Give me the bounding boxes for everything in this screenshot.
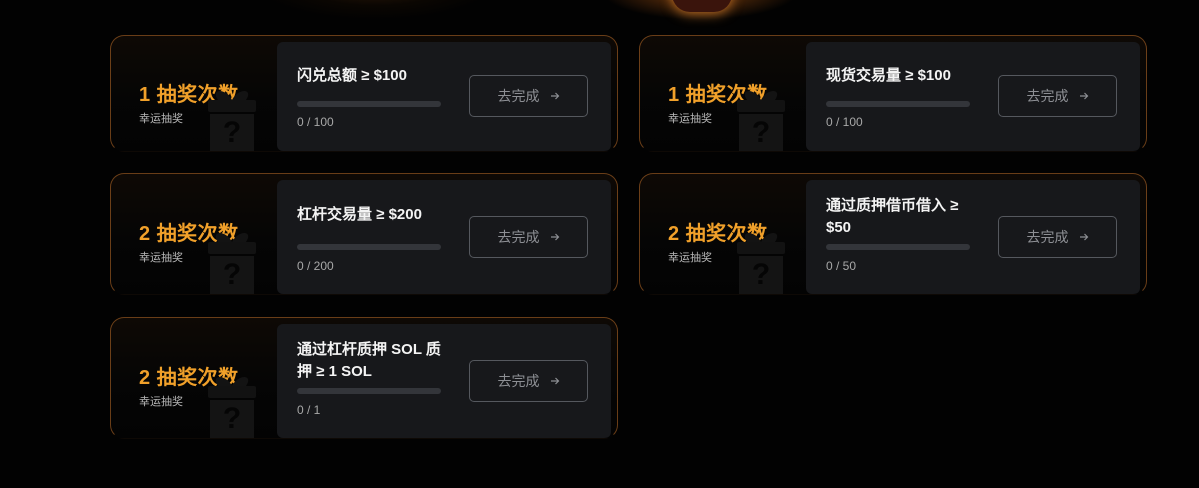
task-title: 现货交易量 ≥ $100 xyxy=(826,67,951,84)
task-title: 闪兑总额 ≥ $100 xyxy=(297,67,407,84)
task-panel: 闪兑总额 ≥ $100 0 / 100 去完成 xyxy=(277,42,611,151)
mystery-gift-icon: ? xyxy=(737,91,785,151)
mystery-gift-icon: ? xyxy=(208,91,256,151)
progress-text: 0 / 100 xyxy=(826,115,863,129)
svg-text:?: ? xyxy=(752,258,770,291)
top-glow-decoration xyxy=(250,0,500,20)
arrow-right-icon xyxy=(550,92,559,100)
progress-bar xyxy=(297,244,441,250)
arrow-right-icon xyxy=(1079,92,1088,100)
svg-text:?: ? xyxy=(752,116,770,149)
task-title: 通过质押借币借入 ≥ $50 xyxy=(826,197,959,236)
task-title: 通过杠杆质押 SOL 质押 ≥ 1 SOL xyxy=(297,341,441,380)
go-complete-button[interactable]: 去完成 xyxy=(469,75,588,117)
task-card-sol-staking: 2 抽奖次数 幸运抽奖 ? 通过杠杆质押 SOL 质押 ≥ 1 SOL 0 / … xyxy=(110,317,618,439)
go-complete-button[interactable]: 去完成 xyxy=(998,75,1117,117)
go-complete-button[interactable]: 去完成 xyxy=(998,216,1117,258)
progress-text: 0 / 1 xyxy=(297,403,321,417)
mystery-gift-icon: ? xyxy=(208,233,256,294)
arrow-right-icon xyxy=(1079,233,1088,241)
task-panel: 通过杠杆质押 SOL 质押 ≥ 1 SOL 0 / 1 去完成 xyxy=(277,324,611,438)
progress-bar xyxy=(297,388,441,394)
arrow-right-icon xyxy=(550,233,559,241)
progress-bar xyxy=(826,244,970,250)
go-complete-label: 去完成 xyxy=(1026,229,1069,245)
progress-text: 0 / 50 xyxy=(826,259,857,273)
task-card-loan: 2 抽奖次数 幸运抽奖 ? 通过质押借币借入 ≥ $50 0 / 50 去完成 xyxy=(639,173,1147,295)
task-card-swap: 1 抽奖次数 幸运抽奖 ? 闪兑总额 ≥ $100 0 / 100 去完成 xyxy=(110,35,618,152)
svg-text:?: ? xyxy=(223,402,241,435)
mystery-gift-icon: ? xyxy=(737,233,785,294)
task-list-section: 1 抽奖次数 幸运抽奖 ? 闪兑总额 ≥ $100 0 / 100 去完成 1 … xyxy=(0,0,1199,488)
task-panel: 现货交易量 ≥ $100 0 / 100 去完成 xyxy=(806,42,1140,151)
progress-bar xyxy=(826,101,970,107)
go-complete-button[interactable]: 去完成 xyxy=(469,216,588,258)
task-title: 杠杆交易量 ≥ $200 xyxy=(297,206,422,223)
arrow-right-icon xyxy=(550,377,559,385)
task-card-spot: 1 抽奖次数 幸运抽奖 ? 现货交易量 ≥ $100 0 / 100 去完成 xyxy=(639,35,1147,152)
go-complete-button[interactable]: 去完成 xyxy=(469,360,588,402)
svg-text:?: ? xyxy=(223,258,241,291)
svg-text:?: ? xyxy=(223,116,241,149)
go-complete-label: 去完成 xyxy=(497,373,540,389)
task-panel: 杠杆交易量 ≥ $200 0 / 200 去完成 xyxy=(277,180,611,294)
progress-text: 0 / 100 xyxy=(297,115,334,129)
go-complete-label: 去完成 xyxy=(1026,88,1069,104)
progress-bar xyxy=(297,101,441,107)
task-card-margin: 2 抽奖次数 幸运抽奖 ? 杠杆交易量 ≥ $200 0 / 200 去完成 xyxy=(110,173,618,295)
go-complete-label: 去完成 xyxy=(497,88,540,104)
mystery-gift-icon: ? xyxy=(208,377,256,438)
task-panel: 通过质押借币借入 ≥ $50 0 / 50 去完成 xyxy=(806,180,1140,294)
progress-text: 0 / 200 xyxy=(297,259,334,273)
go-complete-label: 去完成 xyxy=(497,229,540,245)
